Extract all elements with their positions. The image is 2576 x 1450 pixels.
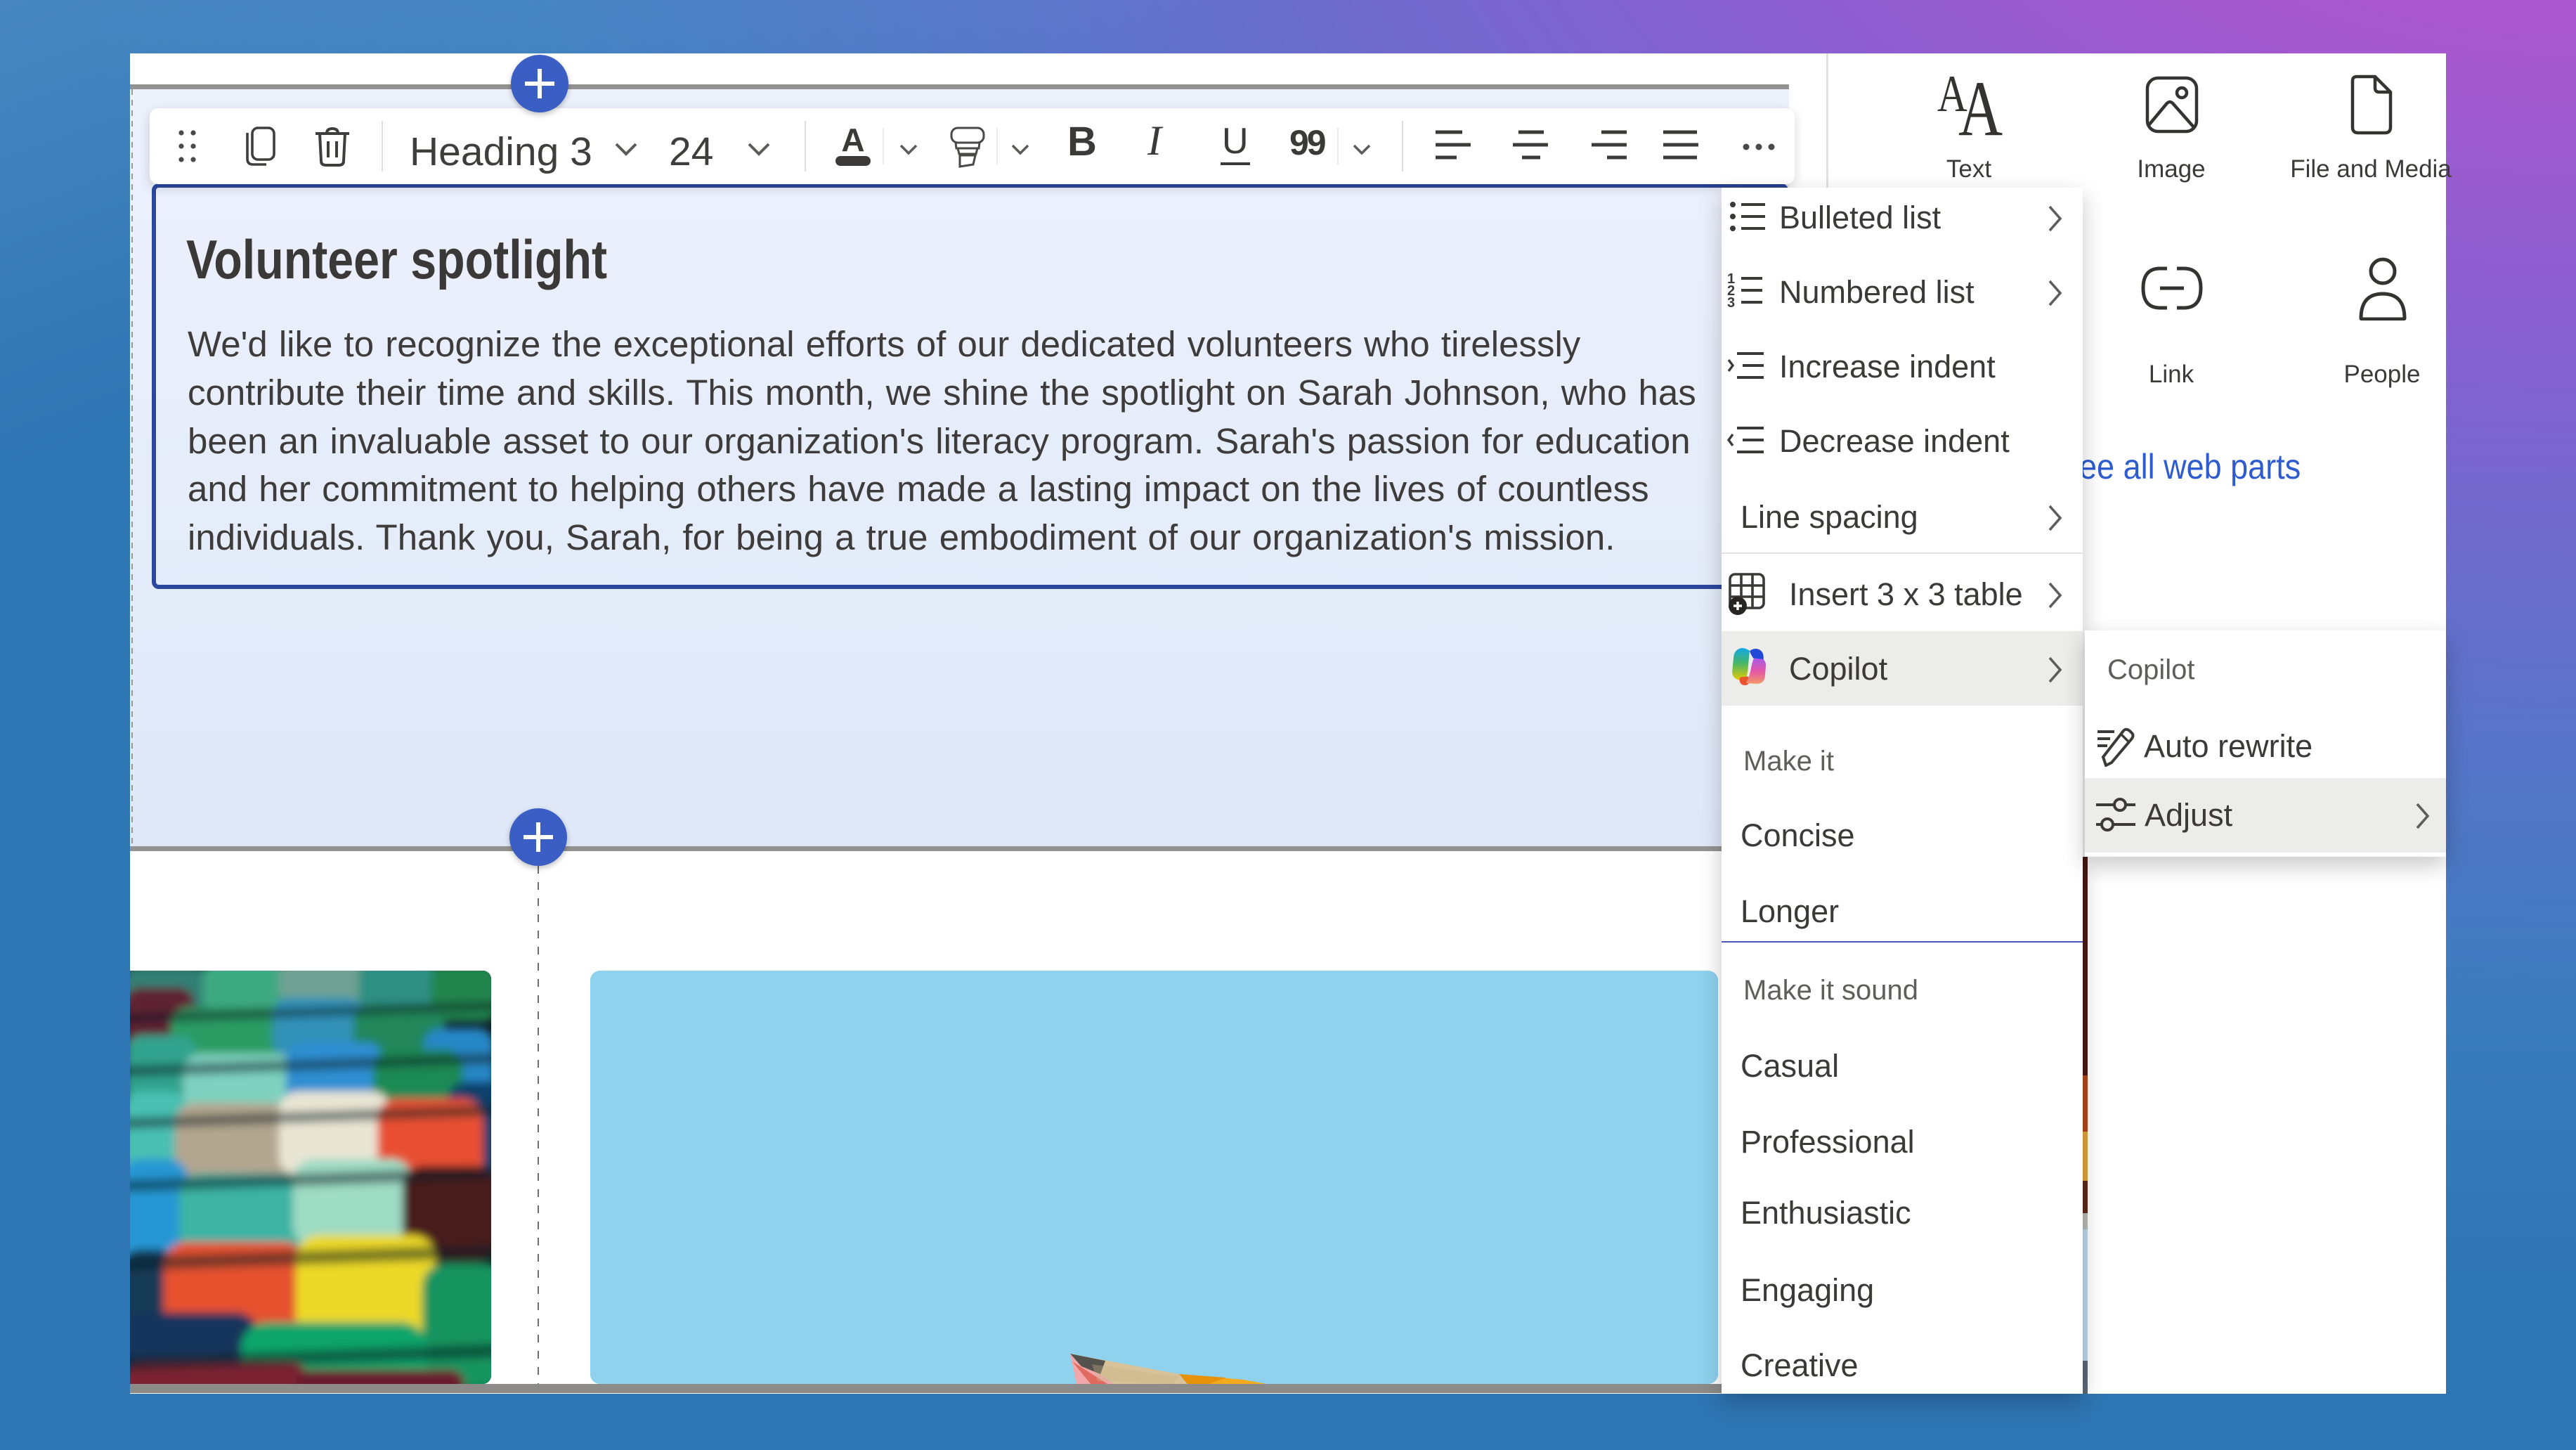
svg-text:3: 3 [1727,295,1735,309]
